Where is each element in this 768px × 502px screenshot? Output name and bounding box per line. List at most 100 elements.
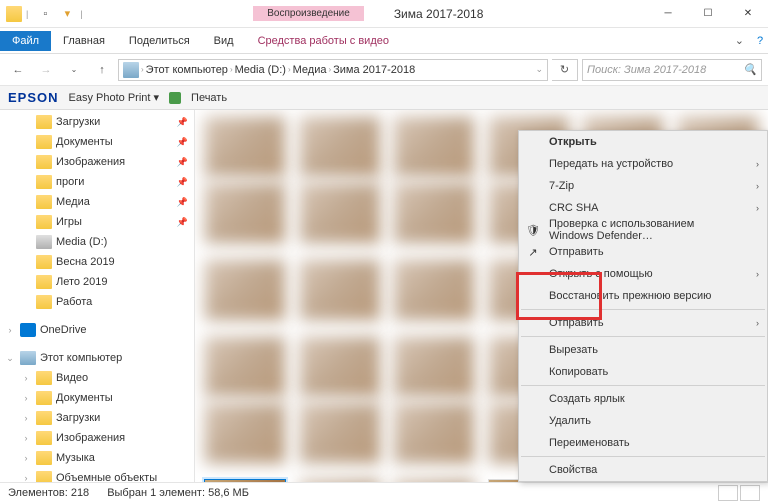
thumbnail[interactable] bbox=[203, 182, 288, 257]
tree-item[interactable]: проги📌 bbox=[0, 172, 194, 192]
tree-label: Изображения bbox=[56, 432, 125, 444]
context-tab-label: Воспроизведение bbox=[253, 6, 364, 21]
folder-icon bbox=[36, 391, 52, 405]
tab-view[interactable]: Вид bbox=[202, 31, 246, 51]
up-button[interactable]: ↑ bbox=[90, 58, 114, 82]
forward-button[interactable]: → bbox=[34, 58, 58, 82]
thumbnail[interactable] bbox=[392, 182, 477, 257]
minimize-button[interactable]: ─ bbox=[648, 0, 688, 28]
pc-icon bbox=[123, 62, 139, 78]
folder-icon bbox=[36, 255, 52, 269]
breadcrumb-item[interactable]: Зима 2017-2018 bbox=[333, 64, 415, 76]
tree-item[interactable]: ›Видео bbox=[0, 368, 194, 388]
context-menu-item[interactable]: CRC SHA› bbox=[519, 197, 767, 219]
context-menu-item[interactable]: Копировать bbox=[519, 361, 767, 383]
tree-item[interactable]: Работа bbox=[0, 292, 194, 312]
context-menu-item[interactable]: Создать ярлык bbox=[519, 388, 767, 410]
context-menu-item[interactable]: 🛡Проверка с использованием Windows Defen… bbox=[519, 219, 767, 241]
breadcrumb-item[interactable]: Этот компьютер bbox=[146, 64, 228, 76]
tree-item[interactable]: Media (D:) bbox=[0, 232, 194, 252]
breadcrumb[interactable]: › Этот компьютер› Media (D:)› Медиа› Зим… bbox=[118, 59, 548, 81]
tab-file[interactable]: Файл bbox=[0, 31, 51, 51]
tab-home[interactable]: Главная bbox=[51, 31, 117, 51]
thumbnail[interactable] bbox=[392, 336, 477, 400]
submenu-arrow-icon: › bbox=[756, 181, 759, 191]
tab-video-tools[interactable]: Средства работы с видео bbox=[246, 31, 401, 51]
recent-dropdown[interactable]: ⌄ bbox=[62, 58, 86, 82]
thumbnail[interactable] bbox=[392, 402, 477, 477]
context-menu-item[interactable]: Вырезать bbox=[519, 339, 767, 361]
tree-item[interactable]: ›Документы bbox=[0, 388, 194, 408]
thumbnail[interactable] bbox=[298, 402, 383, 477]
folder-icon bbox=[36, 451, 52, 465]
thumbnail[interactable]: DSC_0321.MOV bbox=[203, 479, 288, 482]
tree-item[interactable]: Медиа📌 bbox=[0, 192, 194, 212]
thumbnail[interactable] bbox=[298, 116, 383, 180]
tree-item[interactable]: ›Музыка bbox=[0, 448, 194, 468]
thumbnail[interactable] bbox=[203, 259, 288, 334]
qat-newfolder-icon[interactable]: ▾ bbox=[58, 5, 76, 23]
thumbnail[interactable] bbox=[298, 259, 383, 334]
thumbnail[interactable] bbox=[203, 116, 288, 180]
context-menu-item[interactable]: 7-Zip› bbox=[519, 175, 767, 197]
epson-toolbar: EPSON Easy Photo Print ▾ Печать bbox=[0, 86, 768, 110]
tree-label: OneDrive bbox=[40, 324, 86, 336]
context-menu-item[interactable]: Открыть bbox=[519, 131, 767, 153]
context-menu-item[interactable]: Открыть с помощью› bbox=[519, 263, 767, 285]
shield-icon: 🛡 bbox=[525, 222, 541, 238]
thumbnail[interactable] bbox=[392, 259, 477, 334]
ribbon-expand-icon[interactable]: ⌄ bbox=[727, 34, 752, 47]
context-menu-item[interactable]: Восстановить прежнюю версию bbox=[519, 285, 767, 307]
context-menu-item[interactable]: Передать на устройство› bbox=[519, 153, 767, 175]
onedrive-icon bbox=[20, 323, 36, 337]
tree-item[interactable]: Изображения📌 bbox=[0, 152, 194, 172]
breadcrumb-item[interactable]: Медиа bbox=[293, 64, 327, 76]
tree-item[interactable]: ›OneDrive bbox=[0, 320, 194, 340]
tree-item[interactable]: ›Загрузки bbox=[0, 408, 194, 428]
tree-label: Музыка bbox=[56, 452, 95, 464]
help-icon[interactable]: ? bbox=[752, 35, 768, 47]
tab-share[interactable]: Поделиться bbox=[117, 31, 202, 51]
thumbnail[interactable] bbox=[298, 479, 383, 482]
thumbnail[interactable] bbox=[203, 402, 288, 477]
tree-item[interactable]: Документы📌 bbox=[0, 132, 194, 152]
tree-item[interactable]: Лето 2019 bbox=[0, 272, 194, 292]
qat-properties-icon[interactable]: ▫ bbox=[36, 5, 54, 23]
tree-item[interactable]: Весна 2019 bbox=[0, 252, 194, 272]
tree-item[interactable]: ⌄Этот компьютер bbox=[0, 348, 194, 368]
tree-label: Лето 2019 bbox=[56, 276, 108, 288]
thumbnail[interactable] bbox=[298, 336, 383, 400]
context-menu-item[interactable]: ↗Отправить bbox=[519, 241, 767, 263]
tree-label: Media (D:) bbox=[56, 236, 107, 248]
search-input[interactable]: Поиск: Зима 2017-2018🔍 bbox=[582, 59, 762, 81]
folder-icon bbox=[36, 155, 52, 169]
tree-item[interactable]: ›Изображения bbox=[0, 428, 194, 448]
epson-print[interactable]: Печать bbox=[191, 92, 227, 104]
tree-item[interactable]: ›Объемные объекты bbox=[0, 468, 194, 482]
back-button[interactable]: ← bbox=[6, 58, 30, 82]
refresh-button[interactable]: ↻ bbox=[552, 59, 578, 81]
selection-info: Выбран 1 элемент: 58,6 МБ bbox=[107, 487, 249, 499]
epson-easyprint[interactable]: Easy Photo Print ▾ bbox=[69, 91, 160, 104]
close-button[interactable]: ✕ bbox=[728, 0, 768, 28]
thumbnail[interactable] bbox=[392, 479, 477, 482]
tree-item[interactable]: Игры📌 bbox=[0, 212, 194, 232]
folder-icon bbox=[36, 215, 52, 229]
thumbnail[interactable] bbox=[392, 116, 477, 180]
tree-label: Весна 2019 bbox=[56, 256, 115, 268]
ribbon: Файл Главная Поделиться Вид Средства раб… bbox=[0, 28, 768, 54]
context-menu-item[interactable]: Переименовать bbox=[519, 432, 767, 454]
context-menu-item[interactable]: Свойства bbox=[519, 459, 767, 481]
tree-label: Документы bbox=[56, 136, 113, 148]
tree-item[interactable]: Загрузки📌 bbox=[0, 112, 194, 132]
maximize-button[interactable]: ☐ bbox=[688, 0, 728, 28]
pin-icon: 📌 bbox=[177, 217, 188, 228]
thumbnail[interactable] bbox=[298, 182, 383, 257]
thumbnail[interactable] bbox=[203, 336, 288, 400]
context-menu-item[interactable]: Удалить bbox=[519, 410, 767, 432]
view-switcher[interactable] bbox=[718, 485, 760, 501]
tree-label: Медиа bbox=[56, 196, 90, 208]
breadcrumb-item[interactable]: Media (D:) bbox=[235, 64, 286, 76]
drive-icon bbox=[36, 235, 52, 249]
context-menu-item[interactable]: Отправить› bbox=[519, 312, 767, 334]
